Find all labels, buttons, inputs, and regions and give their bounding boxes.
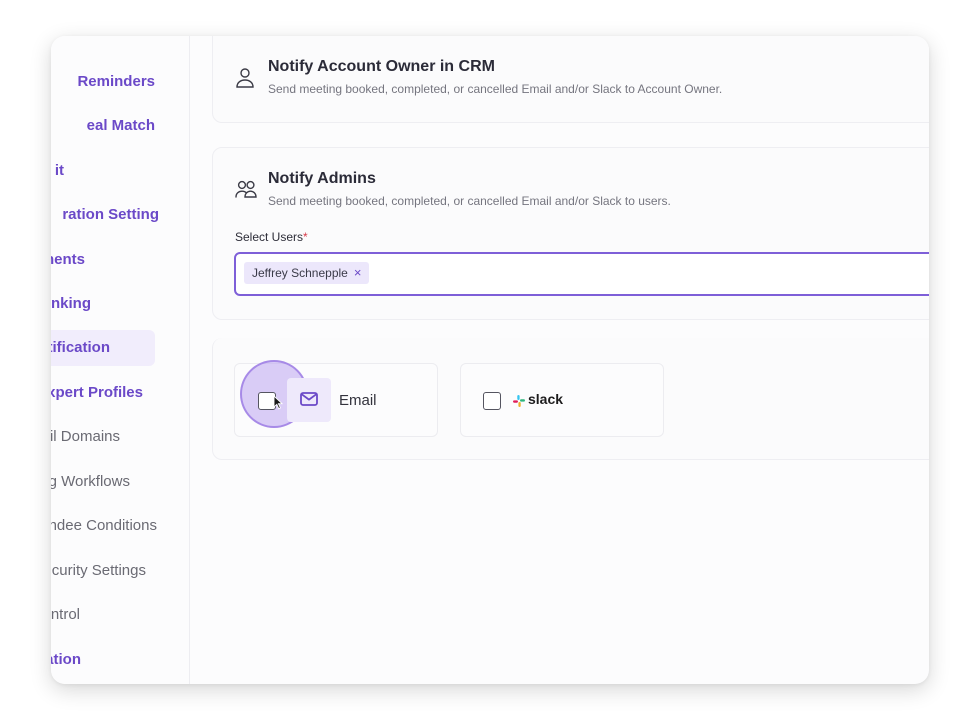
sidebar-item-label: ation <box>51 651 81 668</box>
user-chip-label: Jeffrey Schnepple <box>252 266 348 280</box>
sidebar-item-label: ntrol <box>51 606 80 623</box>
notify-owner-card: Notify Account Owner in CRM Send meeting… <box>212 36 929 123</box>
slack-logo-icon <box>513 394 525 412</box>
sidebar-item-routing-workflows[interactable]: g Workflows <box>51 464 155 500</box>
select-users-label-text: Select Users <box>235 230 304 244</box>
sidebar-item-automation[interactable]: ation <box>51 642 155 678</box>
notify-admins-card: Notify Admins Send meeting booked, compl… <box>212 147 929 320</box>
notify-owner-description: Send meeting booked, completed, or cance… <box>268 82 723 96</box>
sidebar-item-expert-profiles[interactable]: xpert Profiles <box>51 375 155 411</box>
slack-checkbox[interactable] <box>483 392 501 410</box>
sidebar-item-label: xpert Profiles <box>51 384 143 401</box>
notify-owner-title: Notify Account Owner in CRM <box>268 58 495 75</box>
sidebar-item-assignments[interactable]: nents <box>51 242 155 278</box>
sidebar-item-label: ration Setting <box>62 206 159 223</box>
required-mark: * <box>303 230 308 244</box>
user-icon <box>235 67 255 94</box>
sidebar-item-integration-setting[interactable]: ration Setting <box>51 197 159 233</box>
users-icon <box>235 178 257 205</box>
slack-option-label: slack <box>528 391 564 407</box>
sidebar-item-attendee-conditions[interactable]: ndee Conditions <box>51 508 157 544</box>
sidebar-item-label: tification <box>51 339 110 356</box>
sidebar-item-reminders[interactable]: Reminders <box>51 64 155 100</box>
envelope-icon <box>300 392 318 411</box>
sidebar-item-label: Reminders <box>77 73 155 90</box>
sidebar: Reminders eal Match it ration Setting ne… <box>51 36 190 684</box>
sidebar-item-label: ndee Conditions <box>51 517 157 534</box>
sidebar-item-ranking[interactable]: nking <box>51 286 155 322</box>
sidebar-item-label: curity Settings <box>51 562 146 579</box>
notify-admins-title: Notify Admins <box>268 170 376 187</box>
email-option[interactable]: Email <box>234 360 438 437</box>
select-users-label: Select Users* <box>235 230 308 244</box>
user-chip: Jeffrey Schnepple × <box>244 262 370 284</box>
sidebar-item-label: g Workflows <box>51 473 130 490</box>
slack-option[interactable]: slack <box>460 363 664 437</box>
sidebar-item-access-control[interactable]: ntrol <box>51 597 155 633</box>
email-option-label: Email <box>339 392 377 409</box>
notification-channels-card: Email slack <box>212 338 929 460</box>
sidebar-item-limit[interactable]: it <box>51 153 155 189</box>
sidebar-item-deal-match[interactable]: eal Match <box>51 108 155 144</box>
app-window: Reminders eal Match it ration Setting ne… <box>51 36 929 684</box>
sidebar-item-label: nking <box>51 295 91 312</box>
select-users-input[interactable]: Jeffrey Schnepple × <box>234 252 929 296</box>
main-content: Notify Account Owner in CRM Send meeting… <box>189 36 929 684</box>
notify-admins-description: Send meeting booked, completed, or cance… <box>268 194 671 208</box>
sidebar-item-email-domains[interactable]: il Domains <box>51 419 155 455</box>
sidebar-item-label: it <box>54 162 64 179</box>
sidebar-item-label: nents <box>51 251 85 268</box>
sidebar-item-label: eal Match <box>86 117 155 134</box>
sidebar-item-label: il Domains <box>51 428 120 445</box>
chip-remove-icon[interactable]: × <box>354 265 362 280</box>
sidebar-item-security-settings[interactable]: curity Settings <box>51 553 155 589</box>
cursor-icon <box>273 394 284 415</box>
sidebar-item-notification[interactable]: tification <box>51 330 155 366</box>
